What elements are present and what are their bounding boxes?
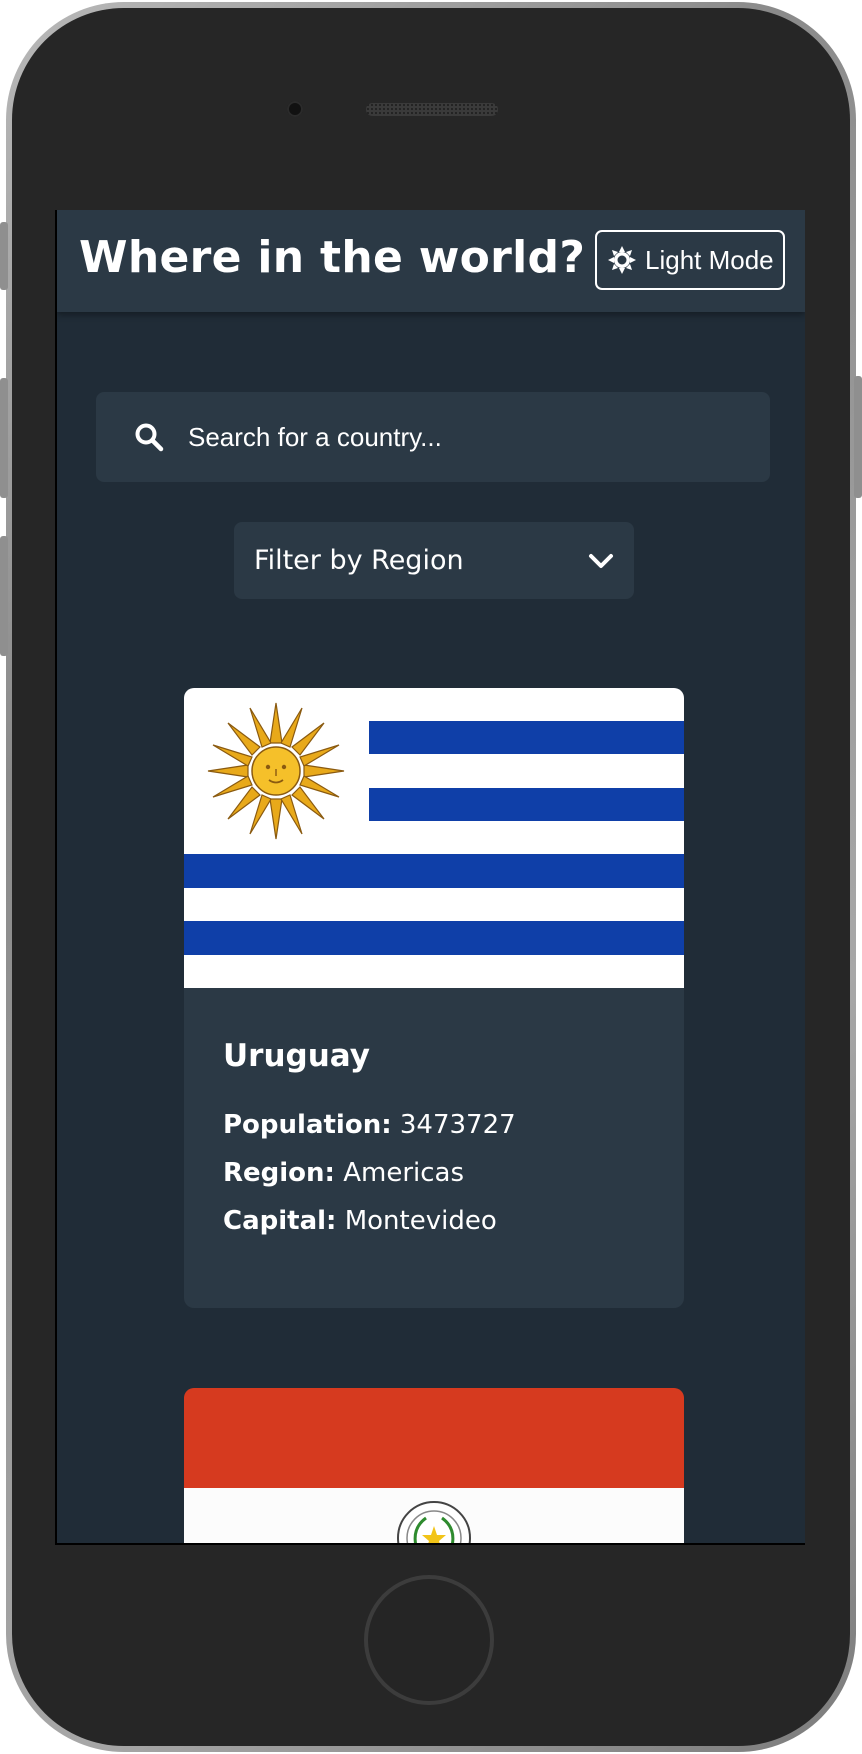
app-header: Where in the world? Light Mode	[57, 210, 805, 312]
chevron-down-icon	[589, 553, 613, 568]
region-filter-label: Filter by Region	[254, 545, 464, 576]
app-screen: Where in the world? Light Mode Search fo…	[55, 210, 805, 1545]
mute-switch	[0, 222, 8, 290]
country-card-body: Uruguay Population: 3473727 Region: Amer…	[184, 988, 684, 1236]
capital-label: Capital:	[223, 1206, 337, 1236]
search-box[interactable]	[96, 392, 770, 482]
volume-up-button	[0, 378, 8, 498]
country-name: Uruguay	[223, 1038, 370, 1074]
population-value: 3473727	[399, 1110, 516, 1140]
region-filter-dropdown[interactable]: Filter by Region	[234, 522, 634, 599]
power-button	[854, 376, 862, 498]
earpiece-speaker	[366, 103, 498, 116]
paraguay-flag	[184, 1388, 684, 1543]
region-label: Region:	[223, 1158, 335, 1188]
country-card[interactable]: Uruguay Population: 3473727 Region: Amer…	[184, 688, 684, 1308]
country-card[interactable]	[184, 1388, 684, 1543]
front-camera	[287, 101, 303, 117]
volume-down-button	[0, 536, 8, 656]
region-value: Americas	[343, 1158, 465, 1188]
home-button[interactable]	[364, 1575, 494, 1705]
population-label: Population:	[223, 1110, 392, 1140]
capital-row: Capital: Montevideo	[223, 1206, 645, 1236]
population-row: Population: 3473727	[223, 1110, 645, 1140]
theme-toggle-button[interactable]: Light Mode	[595, 230, 785, 290]
uruguay-flag	[184, 688, 684, 988]
region-row: Region: Americas	[223, 1158, 645, 1188]
search-input[interactable]	[186, 420, 710, 454]
page-title: Where in the world?	[79, 232, 586, 283]
search-icon	[135, 423, 164, 452]
capital-value: Montevideo	[344, 1206, 497, 1236]
sun-icon	[608, 246, 636, 274]
theme-toggle-label: Light Mode	[645, 244, 774, 275]
